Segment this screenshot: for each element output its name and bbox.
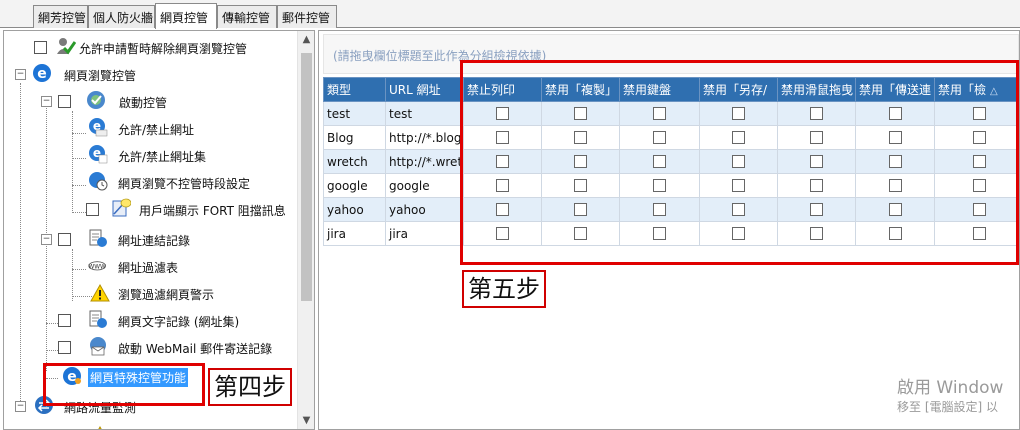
tree-item[interactable]: 瀏覽過濾網頁警示 (4, 282, 296, 304)
tree-item[interactable]: e 允許/禁止網址 (4, 117, 296, 139)
step4-label: 第四步 (208, 368, 292, 406)
log-document-icon (89, 229, 107, 247)
step5-highlight-box (460, 60, 1019, 265)
tree-item[interactable]: WWW 網址過濾表 (4, 255, 296, 277)
tree-item-label: 網址連結記錄 (118, 234, 191, 248)
tree-item-label: 網頁瀏覽不控管時段設定 (118, 177, 251, 191)
tree-item[interactable]: 網頁瀏覽不控管時段設定 (4, 171, 296, 193)
warning-icon (90, 283, 110, 302)
ie-clock-icon (89, 172, 108, 191)
tab-personal-firewall[interactable]: 個人防火牆 (88, 5, 155, 28)
ie-www-icon: e (89, 118, 108, 137)
column-header-type[interactable]: 類型 (323, 77, 386, 102)
tree-checkbox[interactable] (58, 341, 71, 354)
tab-web-control[interactable]: 網頁控管 (155, 3, 217, 29)
tree-item[interactable]: 網頁文字記錄 (網址集) (4, 309, 296, 331)
tree-item-label: 用戶端顯示 FORT 阻擋訊息 (139, 204, 286, 218)
message-block-icon (112, 198, 131, 217)
tree-item-label: 允許申請暫時解除網頁瀏覽控管 (79, 42, 248, 56)
tree-item-label: 啟動控管 (119, 96, 168, 110)
cell-type: yahoo (323, 197, 386, 222)
activation-watermark-subtitle: 移至 [電腦設定] 以 (897, 400, 998, 414)
cell-url: google (385, 173, 464, 198)
cell-type: wretch (323, 149, 386, 174)
tree-item[interactable]: 用戶端顯示 FORT 阻擋訊息 (4, 198, 296, 220)
webmail-icon (90, 337, 106, 356)
tree-scrollbar[interactable]: ▲ ▼ (297, 31, 314, 429)
tree-checkbox[interactable] (58, 95, 71, 108)
scrollbar-thumb[interactable] (301, 53, 312, 301)
tree-item[interactable]: 允許申請暫時解除網頁瀏覽控管 (4, 36, 296, 58)
tab-network-share[interactable]: 網芳控管 (33, 5, 88, 28)
tab-transfer-control[interactable]: 傳輸控管 (217, 5, 277, 28)
ie-list-icon: e (89, 145, 108, 164)
step5-label: 第五步 (462, 270, 546, 308)
cell-type: jira (323, 221, 386, 246)
collapse-toggle[interactable]: − (41, 234, 52, 245)
warning-icon (98, 425, 102, 429)
user-check-icon (57, 38, 76, 55)
step4-highlight-box (43, 363, 205, 406)
www-filter-icon: WWW (88, 261, 107, 271)
globe-check-icon (87, 91, 105, 109)
scroll-up-icon[interactable]: ▲ (298, 31, 314, 48)
text-log-icon (89, 310, 107, 328)
tree-item[interactable]: − 啟動控管 (4, 90, 296, 112)
tree-item-label: 網頁文字記錄 (網址集) (118, 315, 240, 329)
tree-item-label: 允許/禁止網址 (118, 123, 195, 137)
cell-url: test (385, 101, 464, 126)
tab-mail-control[interactable]: 郵件控管 (277, 5, 337, 28)
cell-url: jira (385, 221, 464, 246)
tree-item-label: 網頁瀏覽控管 (64, 69, 137, 83)
cell-type: google (323, 173, 386, 198)
column-header-url[interactable]: URL 網址 (385, 77, 464, 102)
cell-url: yahoo (385, 197, 464, 222)
tree-checkbox[interactable] (34, 41, 47, 54)
svg-text:e: e (37, 66, 47, 82)
tree-item-web-browsing-control[interactable]: − e 網頁瀏覽控管 (4, 63, 296, 85)
tree-item-label: 允許/禁止網址集 (118, 150, 207, 164)
tree-item-label: 啟動 WebMail 郵件寄送記錄 (118, 342, 273, 356)
tree-item[interactable]: − 網址連結記錄 (4, 228, 296, 250)
tree-checkbox[interactable] (86, 203, 99, 216)
cell-url: http://*.wret (385, 149, 464, 174)
cell-url: http://*.blog (385, 125, 464, 150)
cell-type: Blog (323, 125, 386, 150)
tab-bar: 網芳控管 個人防火牆 網頁控管 傳輸控管 郵件控管 (0, 0, 1020, 29)
scroll-down-icon[interactable]: ▼ (298, 412, 314, 429)
tree-item[interactable]: 啟動 WebMail 郵件寄送記錄 (4, 336, 296, 358)
tree-item-partial (4, 423, 296, 429)
tree-checkbox[interactable] (58, 233, 71, 246)
tree-checkbox[interactable] (58, 314, 71, 327)
cell-type: test (323, 101, 386, 126)
activation-watermark-title: 啟用 Window (897, 378, 1004, 398)
tree-item-label: 網址過濾表 (118, 261, 179, 275)
collapse-toggle[interactable]: − (41, 96, 52, 107)
tree-item-label: 瀏覽過濾網頁警示 (118, 288, 215, 302)
collapse-toggle[interactable]: − (15, 69, 26, 80)
svg-text:WWW: WWW (89, 264, 107, 270)
ie-browser-icon: e (33, 64, 51, 82)
collapse-toggle[interactable]: − (15, 401, 26, 412)
tree-item[interactable]: e 允許/禁止網址集 (4, 144, 296, 166)
